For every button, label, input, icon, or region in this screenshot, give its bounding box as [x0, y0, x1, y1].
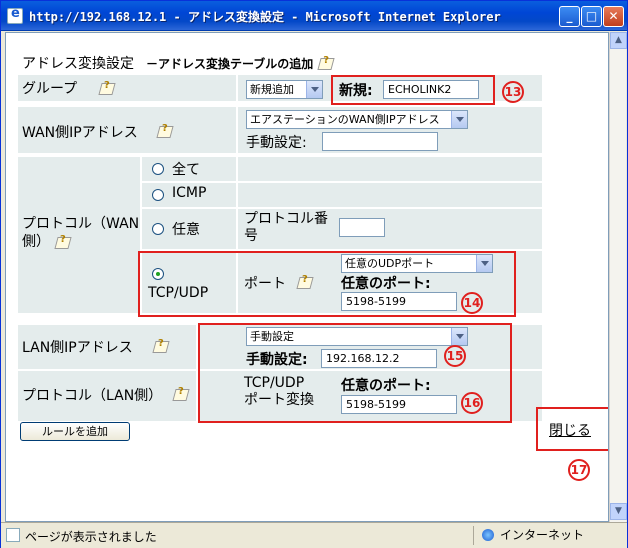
radio-any[interactable]: [152, 223, 164, 235]
maximize-button[interactable]: □: [581, 6, 602, 27]
page-title: アドレス変換設定: [22, 56, 134, 72]
page-content: アドレス変換設定－アドレス変換テーブルの追加 グループ 新規追加 新規: ECH…: [5, 32, 609, 522]
protocol-wan-label-cell: プロトコル（WAN側）: [18, 157, 140, 313]
add-rule-button[interactable]: ルールを追加: [20, 422, 130, 441]
radio-icmp[interactable]: [152, 189, 164, 201]
lan-ip-label: LAN側IPアドレス: [22, 340, 133, 356]
proto-number-input[interactable]: [339, 218, 385, 237]
ie-icon: [7, 6, 23, 24]
annotation-badge-16: 16: [461, 392, 483, 414]
spacer-cell: [238, 183, 542, 207]
help-icon[interactable]: [98, 80, 116, 95]
group-select[interactable]: 新規追加: [246, 80, 323, 99]
browser-window: http://192.168.12.1 - アドレス変換設定 - Microso…: [0, 0, 628, 548]
help-icon[interactable]: [156, 123, 174, 138]
help-icon[interactable]: [54, 234, 72, 249]
annotation-box-14: [138, 251, 516, 317]
help-icon[interactable]: [317, 55, 335, 70]
scroll-up-icon[interactable]: ▲: [610, 32, 627, 49]
wan-ip-label: WAN側IPアドレス: [22, 125, 138, 141]
page-subtitle: －アドレス変換テーブルの追加: [146, 57, 314, 71]
minimize-button[interactable]: _: [559, 6, 580, 27]
wan-manual-label: 手動設定:: [246, 135, 307, 151]
protocol-lan-label: プロトコル（LAN側）: [22, 388, 163, 404]
security-zone: インターネット: [473, 526, 603, 545]
annotation-badge-17: 17: [568, 459, 590, 481]
annotation-badge-13: 13: [502, 81, 524, 103]
protocol-lan-label-cell: プロトコル（LAN側）: [18, 371, 196, 421]
wan-ip-label-cell: WAN側IPアドレス: [18, 107, 236, 153]
chevron-down-icon: [306, 81, 322, 98]
page-heading: アドレス変換設定 －アドレス変換テーブルの追加: [22, 53, 335, 73]
radio-icmp-label: ICMP: [172, 185, 207, 201]
annotation-badge-14: 14: [461, 292, 483, 314]
wan-manual-input[interactable]: [322, 132, 438, 151]
protocol-wan-label: プロトコル（WAN側）: [22, 216, 140, 250]
close-link[interactable]: 閉じる: [549, 420, 591, 440]
group-label-cell: グループ: [18, 75, 236, 101]
window-title: http://192.168.12.1 - アドレス変換設定 - Microso…: [29, 10, 501, 24]
page-icon: [6, 528, 20, 542]
close-window-button[interactable]: ✕: [603, 6, 624, 27]
spacer-cell: [238, 157, 542, 181]
annotation-badge-15: 15: [444, 345, 466, 367]
vertical-scrollbar[interactable]: ▲ ▼: [609, 32, 627, 522]
radio-all[interactable]: [152, 163, 164, 175]
group-label: グループ: [22, 81, 78, 97]
zone-label: インターネット: [500, 528, 585, 542]
status-text: ページが表示されました: [25, 530, 157, 544]
chevron-down-icon: [451, 111, 467, 128]
help-icon[interactable]: [152, 338, 170, 353]
title-bar: http://192.168.12.1 - アドレス変換設定 - Microso…: [1, 1, 627, 31]
globe-icon: [482, 529, 494, 541]
proto-number-label: プロトコル番号: [244, 211, 328, 244]
lan-ip-label-cell: LAN側IPアドレス: [18, 325, 196, 369]
annotation-box-13: [331, 75, 495, 105]
help-icon[interactable]: [172, 386, 190, 401]
radio-all-label: 全て: [172, 162, 200, 178]
status-bar: ページが表示されました インターネット: [1, 522, 627, 548]
scroll-down-icon[interactable]: ▼: [610, 503, 627, 520]
radio-any-label: 任意: [172, 222, 200, 238]
wan-ip-select[interactable]: エアステーションのWAN側IPアドレス: [246, 110, 468, 129]
